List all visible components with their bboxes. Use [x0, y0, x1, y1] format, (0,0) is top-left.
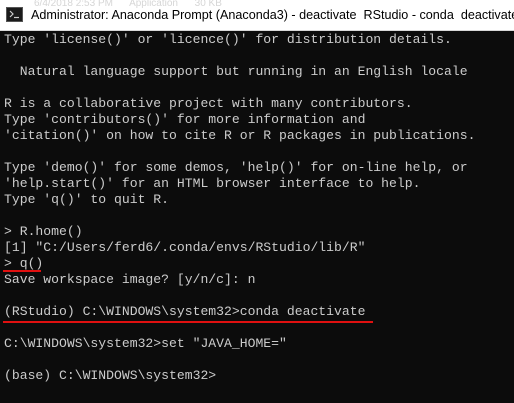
title-bar[interactable]: 6/4/2018 2:53 PM Application 30 KB Admin… — [0, 0, 514, 31]
set-java-home-command: C:\WINDOWS\system32>set "JAVA_HOME=" — [4, 336, 287, 351]
quit-command-underline — [3, 270, 41, 272]
console-line: R is a collaborative project with many c… — [4, 96, 413, 111]
console-output[interactable]: Type 'license()' or 'licence()' for dist… — [0, 31, 514, 403]
console-line: Type 'license()' or 'licence()' for dist… — [4, 32, 452, 47]
r-home-output: [1] "C:/Users/ferd6/.conda/envs/RStudio/… — [4, 240, 366, 255]
window-title: Administrator: Anaconda Prompt (Anaconda… — [31, 8, 514, 22]
console-line: Natural language support but running in … — [4, 64, 468, 79]
terminal-icon[interactable] — [6, 7, 23, 22]
conda-deactivate-underline — [3, 321, 373, 323]
console-line: 'help.start()' for an HTML browser inter… — [4, 176, 421, 191]
save-workspace-prompt: Save workspace image? [y/n/c]: n — [4, 272, 256, 287]
console-line: 'citation()' on how to cite R or R packa… — [4, 128, 476, 143]
console-line: Type 'demo()' for some demos, 'help()' f… — [4, 160, 468, 175]
console-line: Type 'q()' to quit R. — [4, 192, 170, 207]
terminal-window: 6/4/2018 2:53 PM Application 30 KB Admin… — [0, 0, 514, 403]
console-line: Type 'contributors()' for more informati… — [4, 112, 366, 127]
current-prompt[interactable]: (base) C:\WINDOWS\system32> — [4, 368, 216, 384]
r-home-command: > R.home() — [4, 224, 83, 239]
conda-deactivate-command: (RStudio) C:\WINDOWS\system32>conda deac… — [4, 304, 366, 319]
